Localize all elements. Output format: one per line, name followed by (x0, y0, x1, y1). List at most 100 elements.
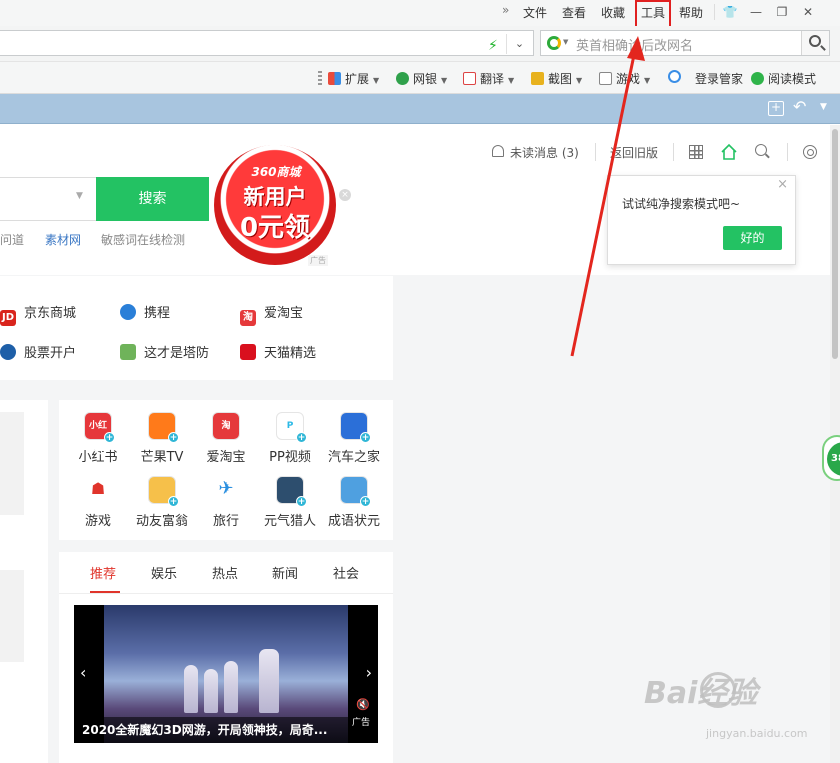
app-dongyou[interactable]: + 动友富翁 (129, 476, 195, 529)
scrollbar-thumb[interactable] (832, 129, 838, 359)
app-autohome[interactable]: + 汽车之家 (321, 412, 387, 465)
new-tab-icon[interactable]: + (768, 101, 784, 116)
add-icon: + (360, 496, 371, 507)
translate-icon (463, 72, 476, 85)
promo-line2: 0元领 (239, 213, 311, 243)
quick-link-tower-defense[interactable]: 这才是塔防 (120, 342, 209, 361)
tab-recommend[interactable]: 推荐 (90, 563, 116, 582)
toolbar-login-manager[interactable]: 登录管家 (695, 70, 743, 87)
news-banner[interactable]: ‹ › 🔇 2020全新魔幻3D网游，开局领神技，局奇... 广告 (74, 605, 378, 743)
old-version-link[interactable]: 返回旧版 (610, 144, 658, 161)
add-icon: + (168, 496, 179, 507)
prev-icon[interactable]: ‹ (80, 663, 86, 682)
chevron-down-icon[interactable]: ▼ (820, 102, 827, 112)
search-engine-icon[interactable] (547, 36, 561, 50)
undo-close-icon[interactable]: ↶ (793, 97, 806, 116)
chevron-down-icon[interactable]: ⌄ (506, 34, 532, 54)
url-input[interactable]: ⚡ ⌄ (0, 30, 534, 56)
close-icon[interactable]: × (339, 189, 351, 201)
chevron-down-icon: ▼ (441, 76, 448, 85)
tab-hot[interactable]: 热点 (212, 563, 238, 582)
toolbar-extensions[interactable]: 扩展 ▼ (328, 70, 379, 87)
watermark: Bai经验 (644, 676, 758, 711)
app-yuanqi[interactable]: + 元气猎人 (257, 476, 323, 529)
bolt-icon[interactable]: ⚡ (488, 38, 498, 54)
airplane-icon: ✈ (212, 476, 240, 504)
quick-link-stocks[interactable]: 股票开户 (0, 342, 76, 361)
promo-brand: 360商城 (251, 165, 301, 179)
sub-link-wendao[interactable]: 问道 (0, 231, 24, 248)
chevron-down-icon[interactable]: ▼ (563, 38, 568, 46)
chevron-down-icon: ▼ (508, 76, 515, 85)
app-chengyu[interactable]: + 成语状元 (321, 476, 387, 529)
menu-overflow-icon[interactable]: » (502, 3, 509, 17)
figure (204, 669, 218, 713)
quick-link-ctrip[interactable]: 携程 (120, 302, 170, 321)
sub-link-sucai[interactable]: 素材网 (45, 231, 81, 248)
app-aitaobao[interactable]: 淘爱淘宝 (193, 412, 259, 465)
tab-society[interactable]: 社会 (333, 563, 359, 582)
eye-icon (0, 344, 16, 360)
jd-icon: JD (0, 310, 16, 326)
chevron-down-icon[interactable]: ▼ (76, 191, 83, 201)
menu-help[interactable]: 帮助 (679, 4, 703, 21)
quick-link-jd[interactable]: JD 京东商城 (0, 302, 76, 326)
main-search-button[interactable]: 搜索 (96, 177, 209, 221)
close-icon[interactable]: × (777, 177, 788, 192)
grid-icon[interactable] (689, 145, 703, 159)
popup-ok-button[interactable]: 好的 (723, 226, 782, 250)
tab-news[interactable]: 新闻 (272, 563, 298, 582)
minimize-button[interactable]: — (744, 2, 768, 22)
divider (59, 593, 393, 594)
app-mango-tv[interactable]: + 芒果TV (129, 412, 195, 465)
news-caption[interactable]: 2020全新魔幻3D网游，开局领神技，局奇... 广告 (74, 717, 378, 743)
bank-icon (396, 72, 409, 85)
toolbar-translate[interactable]: 翻译 ▼ (463, 70, 514, 87)
tab-entertainment[interactable]: 娱乐 (151, 563, 177, 582)
menu-view[interactable]: 查看 (562, 4, 586, 21)
divider (673, 143, 674, 161)
tmall-icon (240, 344, 256, 360)
app-grid: 小红书+小红书 +芒果TV 淘爱淘宝 P+PP视频 +汽车之家 ☗游戏 +动友富… (59, 400, 393, 540)
search-placeholder[interactable]: 英首相确诊后改网名 (576, 35, 693, 54)
grip-handle[interactable] (318, 71, 322, 85)
unread-messages-link[interactable]: 未读消息 (3) (510, 144, 579, 161)
search-box[interactable]: ▼ 英首相确诊后改网名 (540, 30, 830, 56)
divider (714, 4, 715, 20)
floating-360-badge[interactable]: 38 (822, 435, 840, 481)
news-panel: 推荐 娱乐 热点 新闻 社会 ‹ › 🔇 2020全新魔幻3D网游，开局领神技，… (59, 552, 393, 763)
toolbar-bank[interactable]: 网银 ▼ (396, 70, 447, 87)
close-button[interactable]: ✕ (796, 2, 820, 22)
search-icon (668, 70, 681, 83)
home-icon[interactable] (720, 143, 738, 161)
restore-button[interactable]: ❐ (770, 2, 794, 22)
skin-icon[interactable]: 👕 (718, 2, 742, 22)
popup-text: 试试纯净搜索模式吧~ (622, 197, 741, 211)
menu-bar: » 文件 查看 收藏 工具 帮助 👕 — ❐ ✕ (0, 0, 840, 30)
search-icon[interactable] (755, 144, 767, 156)
promo-badge[interactable]: 360商城 新用户 0元领 (214, 145, 336, 265)
figure (259, 649, 279, 713)
app-pp-video[interactable]: P + PP视频 (257, 412, 323, 465)
app-travel[interactable]: ✈ 旅行 (193, 476, 259, 529)
sub-link-sensitive-words[interactable]: 敏感词在线检测 (101, 231, 185, 248)
toolbar-screenshot[interactable]: 截图 ▼ (531, 70, 582, 87)
ad-label: 广告 (308, 255, 328, 266)
left-column (0, 400, 48, 763)
quick-link-tmall[interactable]: 天猫精选 (240, 342, 316, 361)
bell-icon[interactable] (492, 145, 504, 157)
toolbar-reading-mode[interactable]: 阅读模式 (751, 70, 816, 87)
app-games[interactable]: ☗ 游戏 (65, 476, 131, 529)
menu-file[interactable]: 文件 (523, 4, 547, 21)
toolbar-search-small[interactable] (668, 70, 685, 84)
toolbar-games[interactable]: 游戏 ▼ (599, 70, 650, 87)
search-button[interactable] (801, 31, 829, 55)
taobao-icon: 淘 (212, 412, 240, 440)
menu-favorites[interactable]: 收藏 (601, 4, 625, 21)
watermark-url: jingyan.baidu.com (706, 727, 808, 740)
next-icon[interactable]: › (366, 663, 372, 682)
quick-link-aitaobao[interactable]: 淘爱淘宝 (240, 302, 303, 326)
settings-icon[interactable] (803, 145, 817, 159)
app-xiaohongshu[interactable]: 小红书+小红书 (65, 412, 131, 465)
ad-label: 广告 (351, 718, 370, 728)
